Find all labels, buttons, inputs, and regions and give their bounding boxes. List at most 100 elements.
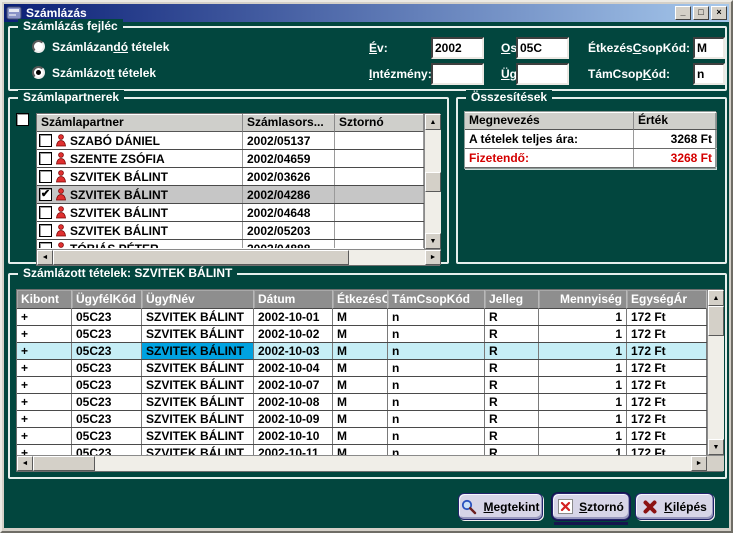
column-header[interactable]: Kibont (17, 290, 72, 309)
item-cell[interactable]: M (333, 343, 388, 359)
scrollbar-thumb[interactable] (708, 306, 724, 336)
item-cell[interactable]: n (388, 445, 485, 455)
item-cell[interactable]: 05C23 (72, 428, 142, 444)
column-header[interactable]: Dátum (254, 290, 333, 309)
item-row[interactable]: +05C23SZVITEK BÁLINT2002-10-08MnR1172 Ft (17, 394, 707, 411)
item-row[interactable]: +05C23SZVITEK BÁLINT2002-10-02MnR1172 Ft (17, 326, 707, 343)
scroll-right-icon[interactable]: ► (691, 456, 707, 471)
partners-table-header[interactable]: SzámlapartnerSzámlasors...Sztornó (37, 114, 424, 132)
column-header[interactable]: Megnevezés (465, 112, 634, 130)
item-cell[interactable]: 05C23 (72, 309, 142, 325)
radio-billed-items[interactable] (32, 66, 45, 79)
column-header[interactable]: TámCsopKód (388, 290, 485, 309)
item-cell[interactable]: 1 (539, 360, 627, 376)
item-cell[interactable]: 172 Ft (627, 343, 707, 359)
item-cell[interactable]: 05C23 (72, 445, 142, 455)
item-cell[interactable]: R (485, 377, 539, 393)
minimize-icon[interactable]: _ (675, 6, 691, 20)
item-row[interactable]: +05C23SZVITEK BÁLINT2002-10-07MnR1172 Ft (17, 377, 707, 394)
item-cell[interactable]: 2002-10-01 (254, 309, 333, 325)
item-cell[interactable]: SZVITEK BÁLINT (142, 360, 254, 376)
items-table-header[interactable]: KibontÜgyfélKódÜgyfNévDátumÉtkezésCsTámC… (17, 290, 707, 309)
scrollbar-thumb[interactable] (425, 172, 441, 192)
item-row[interactable]: +05C23SZVITEK BÁLINT2002-10-09MnR1172 Ft (17, 411, 707, 428)
scroll-right-icon[interactable]: ► (425, 250, 441, 265)
item-row[interactable]: +05C23SZVITEK BÁLINT2002-10-11MnR1172 Ft (17, 445, 707, 455)
meal-group-code-field[interactable] (693, 37, 725, 59)
department-field[interactable] (516, 37, 569, 59)
item-cell[interactable]: 172 Ft (627, 428, 707, 444)
select-all-checkbox[interactable] (16, 113, 29, 126)
item-cell[interactable]: + (17, 309, 72, 325)
partner-row[interactable]: ✔ SZVITEK BÁLINT 2002/04286 (37, 186, 424, 204)
item-cell[interactable]: + (17, 394, 72, 410)
item-cell[interactable]: n (388, 377, 485, 393)
item-cell[interactable]: + (17, 411, 72, 427)
column-header[interactable]: ÜgyfélKód (72, 290, 142, 309)
item-cell[interactable]: 1 (539, 343, 627, 359)
item-cell[interactable]: 05C23 (72, 343, 142, 359)
item-cell[interactable]: 172 Ft (627, 360, 707, 376)
partner-row[interactable]: SZENTE ZSÓFIA 2002/04659 (37, 150, 424, 168)
item-cell[interactable]: n (388, 428, 485, 444)
view-button[interactable]: Megtekint (458, 493, 543, 520)
item-cell[interactable]: + (17, 428, 72, 444)
item-row[interactable]: +05C23SZVITEK BÁLINT2002-10-10MnR1172 Ft (17, 428, 707, 445)
partner-checkbox[interactable] (39, 134, 52, 147)
item-cell[interactable]: 2002-10-09 (254, 411, 333, 427)
scroll-down-icon[interactable]: ▼ (708, 439, 724, 455)
partner-checkbox[interactable] (39, 170, 52, 183)
item-cell[interactable]: 05C23 (72, 377, 142, 393)
item-cell[interactable]: n (388, 343, 485, 359)
item-cell[interactable]: 2002-10-11 (254, 445, 333, 455)
partner-row[interactable]: TÓBIÁS PÉTER 2002/04888 (37, 240, 424, 248)
scroll-up-icon[interactable]: ▲ (425, 114, 441, 130)
item-cell[interactable]: 172 Ft (627, 377, 707, 393)
scrollbar-thumb[interactable] (33, 456, 95, 471)
column-header[interactable]: EgységÁr (627, 290, 707, 309)
item-cell[interactable]: 1 (539, 377, 627, 393)
item-cell[interactable]: M (333, 394, 388, 410)
item-cell[interactable]: 1 (539, 394, 627, 410)
item-cell[interactable]: M (333, 360, 388, 376)
item-cell[interactable]: + (17, 360, 72, 376)
radio-billed-items-label[interactable]: Számlázott tételek (52, 66, 156, 80)
item-cell[interactable]: 05C23 (72, 360, 142, 376)
item-cell[interactable]: n (388, 411, 485, 427)
item-cell[interactable]: SZVITEK BÁLINT (142, 377, 254, 393)
item-cell[interactable]: M (333, 377, 388, 393)
column-header[interactable]: Számlapartner (37, 114, 243, 132)
item-cell[interactable]: + (17, 445, 72, 455)
column-header[interactable]: Jelleg (485, 290, 539, 309)
item-cell[interactable]: 1 (539, 445, 627, 455)
item-cell[interactable]: 2002-10-04 (254, 360, 333, 376)
item-cell[interactable]: 172 Ft (627, 445, 707, 455)
item-cell[interactable]: 172 Ft (627, 309, 707, 325)
partner-checkbox[interactable]: ✔ (39, 188, 52, 201)
item-cell[interactable]: M (333, 445, 388, 455)
item-cell[interactable]: 2002-10-07 (254, 377, 333, 393)
item-cell[interactable]: SZVITEK BÁLINT (142, 394, 254, 410)
partner-checkbox[interactable] (39, 242, 52, 248)
item-cell[interactable]: SZVITEK BÁLINT (142, 428, 254, 444)
item-cell[interactable]: M (333, 428, 388, 444)
maximize-icon[interactable]: □ (693, 6, 709, 20)
item-cell[interactable]: 1 (539, 411, 627, 427)
radio-billable-items[interactable] (32, 40, 45, 53)
partner-checkbox[interactable] (39, 152, 52, 165)
item-cell[interactable]: SZVITEK BÁLINT (142, 445, 254, 455)
item-cell[interactable]: 1 (539, 309, 627, 325)
totals-table-header[interactable]: MegnevezésÉrték (465, 112, 715, 130)
item-cell[interactable]: SZVITEK BÁLINT (142, 411, 254, 427)
item-cell[interactable]: 2002-10-02 (254, 326, 333, 342)
item-row[interactable]: +05C23SZVITEK BÁLINT2002-10-01MnR1172 Ft (17, 309, 707, 326)
items-vertical-scrollbar[interactable]: ▲ ▼ (707, 290, 724, 455)
item-row[interactable]: +05C23SZVITEK BÁLINT2002-10-04MnR1172 Ft (17, 360, 707, 377)
item-cell[interactable]: 05C23 (72, 411, 142, 427)
scroll-down-icon[interactable]: ▼ (425, 233, 441, 249)
item-cell[interactable]: n (388, 394, 485, 410)
item-cell[interactable]: + (17, 377, 72, 393)
item-cell[interactable]: SZVITEK BÁLINT (142, 343, 254, 359)
item-cell[interactable]: 1 (539, 326, 627, 342)
exit-button[interactable]: Kilépés (635, 493, 714, 520)
